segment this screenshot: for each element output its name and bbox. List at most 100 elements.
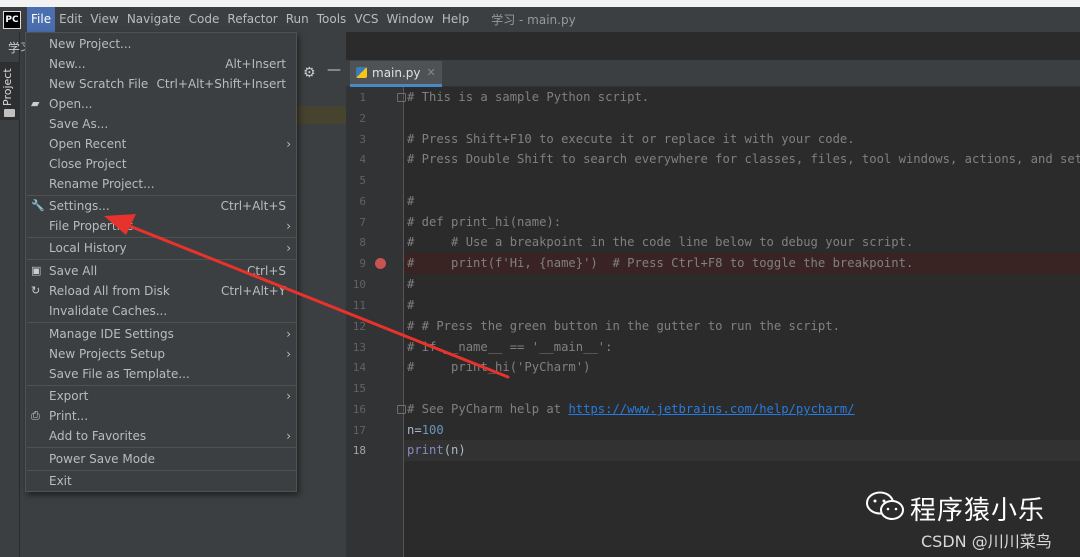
line-number: 8: [359, 236, 366, 249]
menu-item-add-to-favorites[interactable]: Add to Favorites ›: [26, 426, 296, 446]
menu-tools[interactable]: Tools: [313, 7, 351, 32]
menu-item-label: Invalidate Caches...: [49, 304, 168, 318]
menu-item-label: Reload All from Disk: [49, 284, 170, 298]
menu-vcs[interactable]: VCS: [350, 7, 382, 32]
menu-item-exit[interactable]: Exit: [26, 471, 296, 491]
wrench-icon: 🔧: [31, 199, 45, 212]
python-file-icon: [356, 67, 367, 78]
pycharm-logo-icon[interactable]: PC: [3, 10, 21, 29]
line-number: 17: [352, 424, 366, 437]
menu-item-label: Save File as Template...: [49, 367, 190, 381]
window-top-strip: [0, 0, 1080, 7]
line-number: 15: [352, 382, 366, 395]
line-number: 13: [352, 341, 366, 354]
menu-item-label: Open Recent: [49, 137, 127, 151]
code-line: # # Press the green button in the gutter…: [407, 319, 840, 333]
menu-help[interactable]: Help: [438, 7, 473, 32]
code-line: # if __name__ == '__main__':: [407, 340, 613, 354]
menu-item-print[interactable]: ⎙ Print...: [26, 406, 296, 426]
menu-bar: PC File Edit View Navigate Code Refactor…: [0, 7, 1080, 32]
line-number: 9: [359, 257, 366, 270]
close-icon[interactable]: ✕: [427, 66, 436, 79]
menu-file[interactable]: File: [27, 7, 56, 32]
folder-icon: [4, 109, 15, 117]
line-number: 3: [359, 133, 366, 146]
menu-item-reload-all[interactable]: ↻ Reload All from Disk Ctrl+Alt+Y: [26, 281, 296, 301]
menu-item-rename-project[interactable]: Rename Project...: [26, 174, 296, 194]
code-line: n=100: [407, 420, 444, 441]
chevron-right-icon: ›: [286, 137, 291, 151]
menu-item-label: Settings...: [49, 199, 110, 213]
minimize-icon[interactable]: —: [327, 62, 341, 78]
menu-item-save-as[interactable]: Save As...: [26, 114, 296, 134]
file-menu-dropdown: New Project... New... Alt+Insert New Scra…: [25, 32, 297, 492]
code-line: #: [407, 277, 415, 291]
menu-item-save-all[interactable]: ▣ Save All Ctrl+S: [26, 261, 296, 281]
menu-item-invalidate-caches[interactable]: Invalidate Caches...: [26, 301, 296, 321]
line-number: 14: [352, 361, 366, 374]
fold-icon[interactable]: [397, 93, 406, 102]
gear-icon[interactable]: ⚙: [303, 65, 316, 81]
line-number: 1: [359, 91, 366, 104]
code-line: # This is a sample Python script.: [407, 90, 650, 104]
menu-edit[interactable]: Edit: [55, 7, 86, 32]
menu-item-file-properties[interactable]: File Properties ›: [26, 216, 296, 236]
menu-refactor[interactable]: Refactor: [223, 7, 281, 32]
menu-item-shortcut: Ctrl+Alt+S: [220, 199, 286, 213]
line-number: 10: [352, 278, 366, 291]
code-line: # def print_hi(name):: [407, 215, 562, 229]
breakpoint-icon[interactable]: [375, 258, 386, 269]
menu-item-open-recent[interactable]: Open Recent ›: [26, 134, 296, 154]
menu-view[interactable]: View: [86, 7, 122, 32]
menu-item-label: Save All: [49, 264, 98, 278]
menu-item-label: File Properties: [49, 219, 134, 233]
menu-item-new-projects-setup[interactable]: New Projects Setup ›: [26, 344, 296, 364]
menu-item-new[interactable]: New... Alt+Insert: [26, 54, 296, 74]
menu-item-shortcut: Alt+Insert: [225, 57, 286, 71]
menu-item-export[interactable]: Export ›: [26, 386, 296, 406]
tab-label: main.py: [372, 65, 421, 80]
menu-window[interactable]: Window: [383, 7, 438, 32]
code-line: # # Use a breakpoint in the code line be…: [407, 235, 914, 249]
menu-item-label: Local History: [49, 241, 127, 255]
menu-item-power-save-mode[interactable]: Power Save Mode: [26, 449, 296, 469]
menu-item-close-project[interactable]: Close Project: [26, 154, 296, 174]
menu-item-shortcut: Ctrl+Alt+Shift+Insert: [156, 77, 286, 91]
chevron-right-icon: ›: [286, 389, 291, 403]
menu-item-label: Add to Favorites: [49, 429, 147, 443]
menu-run[interactable]: Run: [282, 7, 313, 32]
code-line-current: print(n): [407, 440, 466, 461]
menu-item-shortcut: Ctrl+S: [246, 264, 286, 278]
save-icon: ▣: [31, 264, 42, 277]
line-number: 12: [352, 320, 366, 333]
menu-item-local-history[interactable]: Local History ›: [26, 238, 296, 258]
menu-item-label: Open...: [49, 97, 93, 111]
menu-item-manage-ide-settings[interactable]: Manage IDE Settings ›: [26, 324, 296, 344]
menu-item-settings[interactable]: 🔧 Settings... Ctrl+Alt+S: [26, 196, 296, 216]
project-selected-row[interactable]: [297, 106, 346, 124]
fold-icon[interactable]: [397, 405, 406, 414]
menu-item-label: New Projects Setup: [49, 347, 166, 361]
code-line: # Press Shift+F10 to execute it or repla…: [407, 132, 855, 146]
menu-item-label: Manage IDE Settings: [49, 327, 174, 341]
editor-tab-bar: main.py ✕: [346, 60, 1080, 87]
menu-item-new-project[interactable]: New Project...: [26, 34, 296, 54]
line-number-current: 18: [352, 444, 366, 457]
menu-navigate[interactable]: Navigate: [123, 7, 185, 32]
help-link[interactable]: https://www.jetbrains.com/help/pycharm/: [568, 402, 854, 416]
menu-code[interactable]: Code: [185, 7, 224, 32]
menu-item-open[interactable]: ▰ Open...: [26, 94, 296, 114]
menu-item-label: Close Project: [49, 157, 127, 171]
menu-item-shortcut: Ctrl+Alt+Y: [220, 284, 286, 298]
chevron-right-icon: ›: [286, 347, 291, 361]
code-number: 100: [421, 423, 444, 437]
menu-item-save-file-as-template[interactable]: Save File as Template...: [26, 364, 296, 384]
line-number: 5: [359, 174, 366, 187]
code-line: #: [407, 194, 415, 208]
line-number: 4: [359, 153, 366, 166]
line-number: 16: [352, 403, 366, 416]
menu-item-new-scratch-file[interactable]: New Scratch File Ctrl+Alt+Shift+Insert: [26, 74, 296, 94]
line-number: 7: [359, 216, 366, 229]
code-args: (n): [443, 443, 466, 457]
tab-main-py[interactable]: main.py ✕: [350, 61, 442, 87]
